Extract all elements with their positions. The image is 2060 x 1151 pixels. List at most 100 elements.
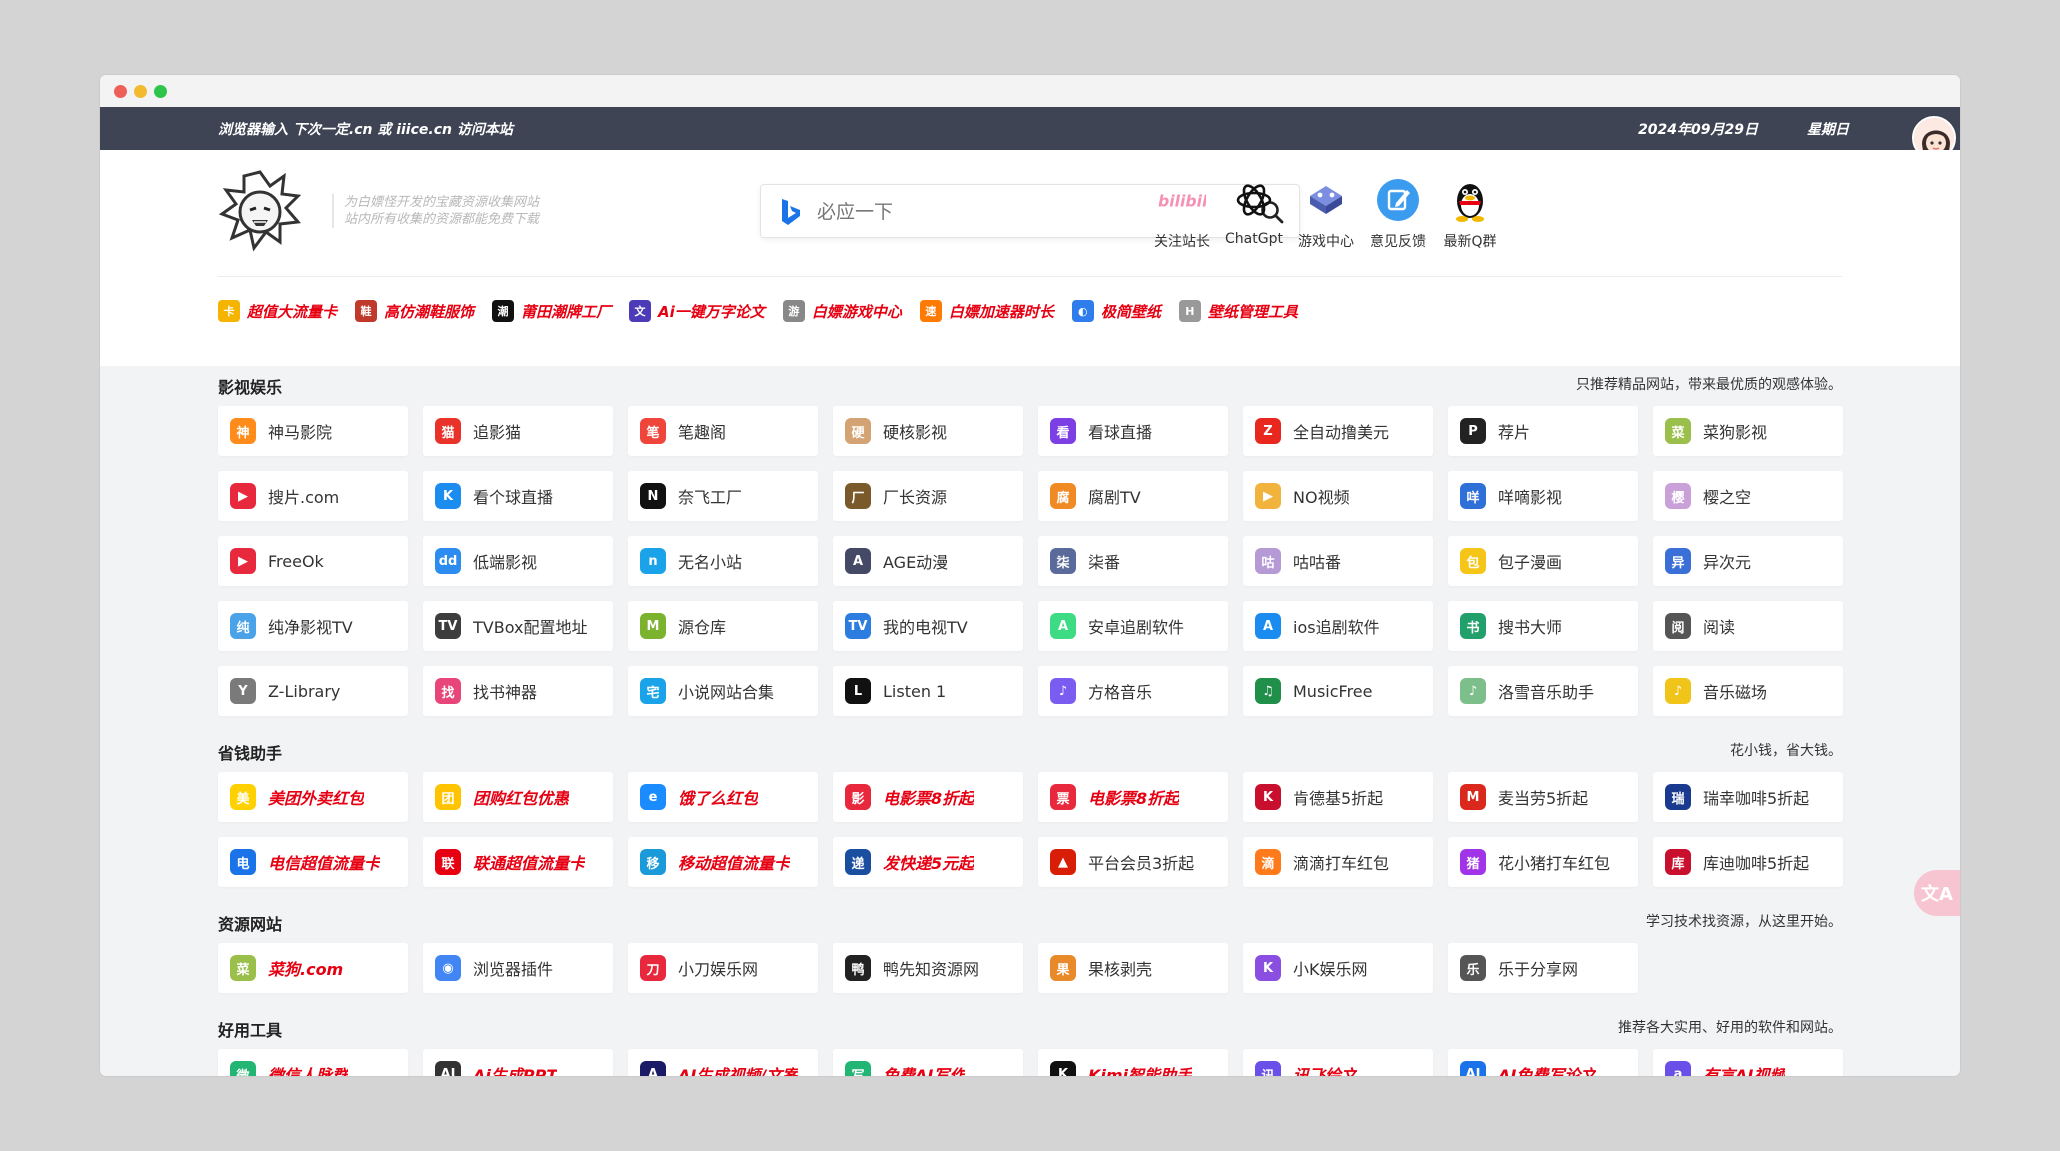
site-card[interactable]: 柒柒番 [1038,536,1228,586]
site-label: 免费AI写作 [883,1066,966,1076]
quick-link-feedback[interactable]: 意见反馈 [1366,176,1430,251]
site-card[interactable]: 库库迪咖啡5折起 [1653,837,1843,887]
site-card[interactable]: Aios追剧软件 [1243,601,1433,651]
site-card[interactable]: 鸭鸭先知资源网 [833,943,1023,993]
quick-link-qq-group[interactable]: 最新Q群 [1438,176,1502,251]
promo-link[interactable]: 卡超值大流量卡 [218,298,337,324]
site-card[interactable]: Z 全自动撸美元 [1243,406,1433,456]
site-card[interactable]: 包包子漫画 [1448,536,1638,586]
promo-link[interactable]: H 壁纸管理工具 [1178,298,1298,324]
site-logo[interactable] [218,168,302,252]
site-card[interactable]: 咕咕咕番 [1243,536,1433,586]
quick-link-game-center[interactable]: 游戏中心 [1294,176,1358,251]
site-card[interactable]: N 奈飞工厂 [628,471,818,521]
site-card[interactable]: 乐乐于分享网 [1448,943,1638,993]
site-card[interactable]: n 无名小站 [628,536,818,586]
site-card[interactable]: ♪ 音乐磁场 [1653,666,1843,716]
site-card[interactable]: ▲ 平台会员3折起 [1038,837,1228,887]
site-card[interactable]: TV TVBox配置地址 [423,601,613,651]
site-label: 有言AI视频 [1703,1066,1786,1076]
site-card[interactable]: a 有言AI视频 [1653,1049,1843,1076]
site-card[interactable]: 瑞瑞幸咖啡5折起 [1653,772,1843,822]
site-card[interactable]: 腐腐剧TV [1038,471,1228,521]
site-card[interactable]: 咩咩嘀影视 [1448,471,1638,521]
site-card[interactable]: 硬硬核影视 [833,406,1023,456]
site-card[interactable]: 找找书神器 [423,666,613,716]
gamepad-icon [1302,176,1350,224]
site-grid: 神神马影院猫追影猫笔笔趣阁硬硬核影视看看球直播 Z 全自动撸美元 P 荐片菜菜狗影视 ▶ 搜… [218,406,1843,716]
site-card[interactable]: 看看球直播 [1038,406,1228,456]
site-card[interactable]: 猫追影猫 [423,406,613,456]
site-card[interactable]: 笔笔趣阁 [628,406,818,456]
site-card[interactable]: K 看个球直播 [423,471,613,521]
site-icon: 乐 [1460,955,1486,981]
site-card[interactable]: ▶ 搜片.com [218,471,408,521]
site-card[interactable]: 菜菜狗.com [218,943,408,993]
site-icon: N [640,483,666,509]
quick-link-bilibili[interactable]: bilibili 关注站长 [1150,176,1214,251]
site-card[interactable]: 滴滴滴打车红包 [1243,837,1433,887]
close-window-button[interactable] [114,85,127,98]
site-card[interactable]: 美美团外卖红包 [218,772,408,822]
site-card[interactable]: 猪花小猪打车红包 [1448,837,1638,887]
site-label: Z-Library [268,681,341,701]
site-card[interactable]: 刀小刀娱乐网 [628,943,818,993]
site-card[interactable]: ▶ NO视频 [1243,471,1433,521]
site-card[interactable]: 厂厂长资源 [833,471,1023,521]
site-card[interactable]: ◉ 浏览器插件 [423,943,613,993]
site-card[interactable]: 写 免费AI写作 [833,1049,1023,1076]
site-card[interactable]: 异异次元 [1653,536,1843,586]
site-card[interactable]: 团团购红包优惠 [423,772,613,822]
promo-link[interactable]: 游白嫖游戏中心 [782,298,902,324]
site-card[interactable]: 书搜书大师 [1448,601,1638,651]
site-card[interactable]: K Kimi智能助手 [1038,1049,1228,1076]
site-card[interactable]: e 饿了么红包 [628,772,818,822]
site-card[interactable]: AI AI免费写论文 [1448,1049,1638,1076]
site-label: NO视频 [1293,488,1350,507]
quick-link-chatgpt[interactable]: ChatGpt [1222,176,1286,247]
site-card[interactable]: TV 我的电视TV [833,601,1023,651]
site-card[interactable]: 神神马影院 [218,406,408,456]
site-card[interactable]: 电电信超值流量卡 [218,837,408,887]
site-card[interactable]: A 安卓追剧软件 [1038,601,1228,651]
promo-link[interactable]: 潮莆田潮牌工厂 [492,298,611,324]
site-card[interactable]: A AGE动漫 [833,536,1023,586]
site-card[interactable]: 移移动超值流量卡 [628,837,818,887]
promo-link[interactable]: ◐ 极简壁纸 [1071,298,1161,324]
site-card[interactable]: 果果核剥壳 [1038,943,1228,993]
promo-link[interactable]: 速白嫖加速器时长 [919,298,1054,324]
site-card[interactable]: 影电影票8折起 [833,772,1023,822]
site-card[interactable]: L Listen 1 [833,666,1023,716]
site-card[interactable]: 票电影票8折起 [1038,772,1228,822]
maximize-window-button[interactable] [154,85,167,98]
site-card[interactable]: K 肯德基5折起 [1243,772,1433,822]
site-card[interactable]: AI Ai生成PPT [423,1049,613,1076]
site-card[interactable]: A AI生成视频/文案 [628,1049,818,1076]
site-card[interactable]: 阅阅读 [1653,601,1843,651]
site-card[interactable]: 联联通超值流量卡 [423,837,613,887]
site-card[interactable]: Y Z-Library [218,666,408,716]
site-card[interactable]: M 麦当劳5折起 [1448,772,1638,822]
site-card[interactable]: dd 低端影视 [423,536,613,586]
site-card[interactable]: K 小K娱乐网 [1243,943,1433,993]
site-card[interactable]: ♪ 方格音乐 [1038,666,1228,716]
site-card[interactable]: 讯 讯飞绘文 [1243,1049,1433,1076]
minimize-window-button[interactable] [134,85,147,98]
site-card[interactable]: M 源仓库 [628,601,818,651]
translate-button[interactable]: 文A [1914,870,1960,916]
site-card[interactable]: 微 微信人脉群 [218,1049,408,1076]
site-icon: 咕 [1255,548,1281,574]
site-card[interactable]: ▶ FreeOk [218,536,408,586]
site-card[interactable]: ♪ 洛雪音乐助手 [1448,666,1638,716]
site-card[interactable]: P 荐片 [1448,406,1638,456]
site-card[interactable]: ♫ MusicFree [1243,666,1433,716]
promo-link[interactable]: 鞋高仿潮鞋服饰 [355,298,474,324]
site-card[interactable]: 递发快递5元起 [833,837,1023,887]
site-card[interactable]: 宅小说网站合集 [628,666,818,716]
section-title: 影视娱乐 [218,378,283,397]
promo-link[interactable]: 文 Ai一键万字论文 [629,298,765,324]
site-card[interactable]: 纯纯净影视TV [218,601,408,651]
site-card[interactable]: 菜菜狗影视 [1653,406,1843,456]
site-icon: ♪ [1050,678,1076,704]
site-card[interactable]: 樱樱之空 [1653,471,1843,521]
